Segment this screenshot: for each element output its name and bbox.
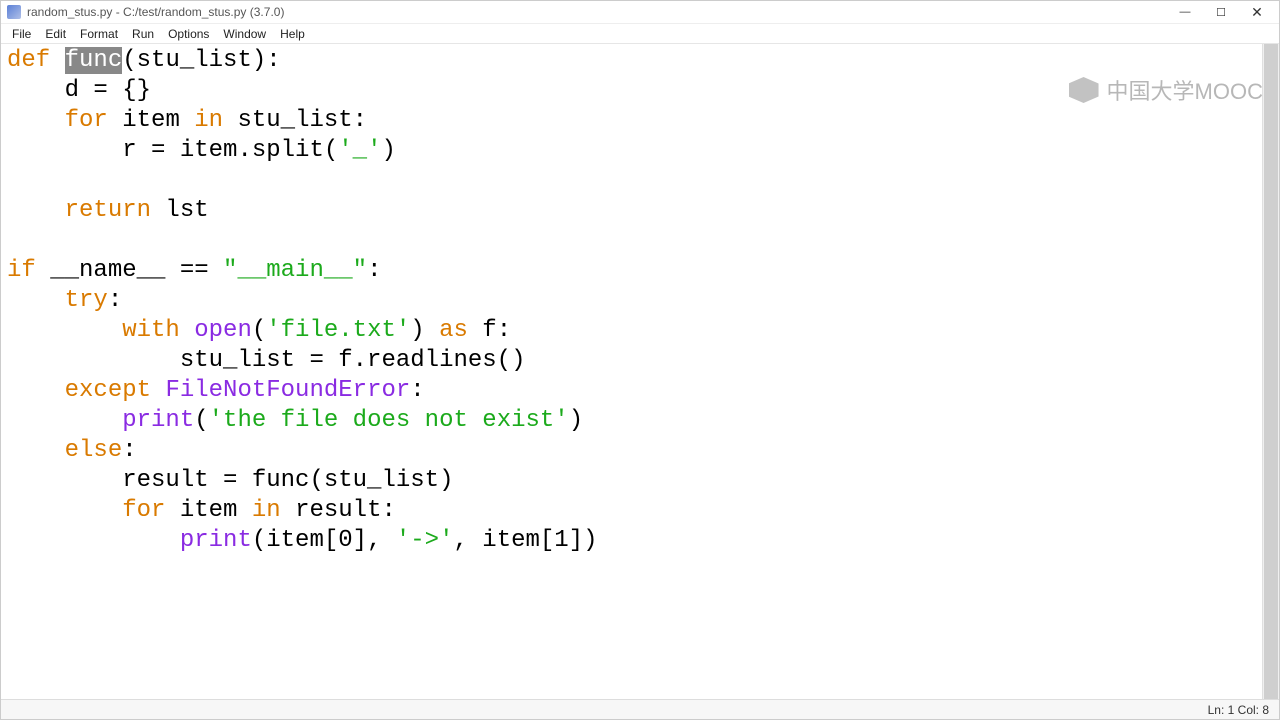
menu-run[interactable]: Run [125,25,161,43]
cursor-position: Ln: 1 Col: 8 [1208,703,1269,717]
editor-wrap: def func(stu_list): d = {} for item in s… [1,44,1279,699]
app-icon [7,5,21,19]
scroll-thumb[interactable] [1264,44,1278,699]
code-editor[interactable]: def func(stu_list): d = {} for item in s… [1,44,1262,699]
close-button[interactable]: ✕ [1239,1,1275,23]
menu-window[interactable]: Window [216,25,273,43]
minimize-button[interactable]: — [1167,1,1203,23]
menu-file[interactable]: File [5,25,38,43]
vertical-scrollbar[interactable] [1262,44,1279,699]
selected-text: func [65,47,123,74]
status-bar: Ln: 1 Col: 8 [1,699,1279,719]
menu-help[interactable]: Help [273,25,312,43]
idle-window: random_stus.py - C:/test/random_stus.py … [0,0,1280,720]
menu-edit[interactable]: Edit [38,25,73,43]
menu-options[interactable]: Options [161,25,216,43]
window-title: random_stus.py - C:/test/random_stus.py … [27,5,284,19]
title-bar: random_stus.py - C:/test/random_stus.py … [1,1,1279,24]
maximize-button[interactable]: ☐ [1203,1,1239,23]
menu-bar: File Edit Format Run Options Window Help [1,24,1279,44]
menu-format[interactable]: Format [73,25,125,43]
